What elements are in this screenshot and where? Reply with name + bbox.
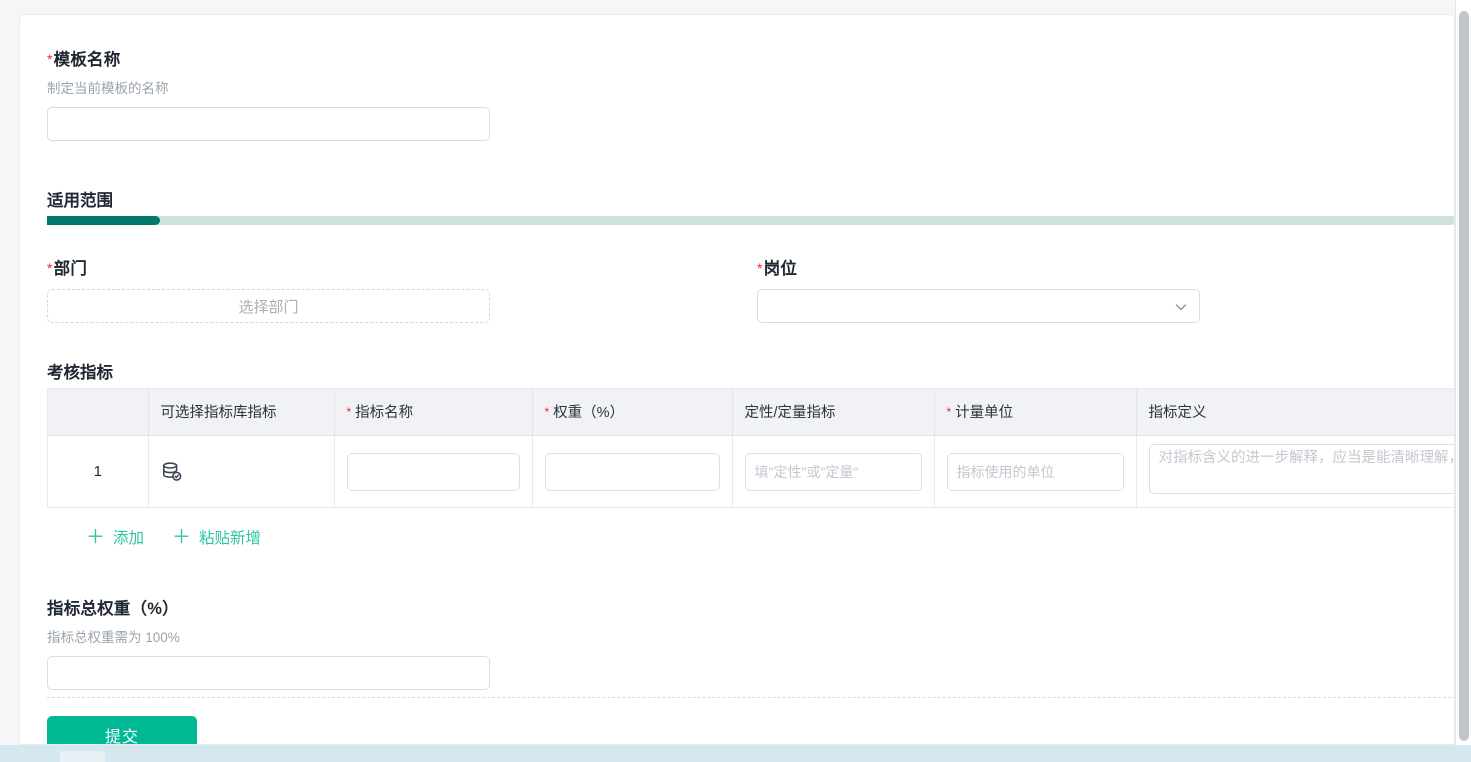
paste-add-label: 粘贴新增 xyxy=(199,530,262,547)
kpi-col-type-text: 定性/定量指标 xyxy=(744,405,836,422)
required-asterisk: * xyxy=(757,260,763,276)
kpi-table-header-row: 可选择指标库指标 * 指标名称 * 权重（%） 定性/定量指标 * 计量单位 指标定义 xyxy=(48,389,1454,436)
paste-add-button[interactable]: ＋ 粘贴新增 xyxy=(172,526,261,548)
required-asterisk: * xyxy=(346,405,352,420)
template-name-label-text: 模板名称 xyxy=(53,51,121,69)
page-vertical-scrollbar[interactable] xyxy=(1455,0,1471,745)
total-weight-label: 指标总权重（%） xyxy=(47,600,179,618)
template-name-input[interactable] xyxy=(47,107,490,141)
footer-strip xyxy=(0,745,1471,762)
kpi-row-unit-cell xyxy=(934,435,1137,507)
kpi-col-library-text: 可选择指标库指标 xyxy=(160,405,277,422)
scope-progress-fill xyxy=(47,216,160,225)
kpi-col-index xyxy=(48,389,149,436)
submit-button[interactable]: 提交 xyxy=(47,716,197,744)
kpi-type-input[interactable] xyxy=(744,452,922,491)
kpi-row-weight-cell xyxy=(532,435,733,507)
kpi-col-type: 定性/定量指标 xyxy=(732,389,935,436)
department-label: *部门 xyxy=(47,258,490,280)
position-select[interactable] xyxy=(757,289,1200,323)
database-check-icon[interactable] xyxy=(161,461,183,483)
kpi-section-title: 考核指标 xyxy=(47,364,113,382)
footer-tab-pill[interactable] xyxy=(60,751,105,762)
kpi-col-name: * 指标名称 xyxy=(334,389,533,436)
total-weight-field-group: 指标总权重（%） 指标总权重需为 100% xyxy=(47,598,490,690)
template-name-label: *模板名称 xyxy=(47,49,490,71)
kpi-col-weight-text: 权重（%） xyxy=(553,405,625,422)
position-label-text: 岗位 xyxy=(763,260,798,278)
plus-icon: ＋ xyxy=(86,526,106,548)
required-asterisk: * xyxy=(47,51,53,67)
position-field-group: *岗位 xyxy=(757,258,1200,323)
plus-icon: ＋ xyxy=(172,526,192,548)
form-card: *模板名称 制定当前模板的名称 适用范围 *部门 选择部门 *岗位 考核指标 可… xyxy=(19,14,1455,745)
department-picker-text: 选择部门 xyxy=(238,298,299,316)
kpi-table: 可选择指标库指标 * 指标名称 * 权重（%） 定性/定量指标 * 计量单位 指标定义… xyxy=(48,389,1454,507)
required-asterisk: * xyxy=(47,260,53,276)
kpi-definition-textarea[interactable] xyxy=(1148,444,1454,495)
kpi-col-weight: * 权重（%） xyxy=(532,389,733,436)
position-label: *岗位 xyxy=(757,258,1200,280)
department-field-group: *部门 选择部门 xyxy=(47,258,490,323)
page-vertical-scrollbar-thumb[interactable] xyxy=(1459,11,1469,741)
add-row-label: 添加 xyxy=(113,530,145,547)
total-weight-input[interactable] xyxy=(47,656,490,690)
kpi-name-input[interactable] xyxy=(346,452,520,491)
kpi-table-scroll-container[interactable]: 可选择指标库指标 * 指标名称 * 权重（%） 定性/定量指标 * 计量单位 指标定义… xyxy=(47,388,1454,508)
form-divider xyxy=(47,697,1454,698)
kpi-col-unit-text: 计量单位 xyxy=(955,405,1014,422)
kpi-col-definition: 指标定义 xyxy=(1136,389,1454,436)
table-row: 1 xyxy=(48,435,1454,507)
kpi-row-index: 1 xyxy=(48,435,149,507)
chevron-down-icon xyxy=(1173,299,1187,313)
kpi-row-name-cell xyxy=(334,435,533,507)
app-root: *模板名称 制定当前模板的名称 适用范围 *部门 选择部门 *岗位 考核指标 可… xyxy=(0,0,1471,762)
kpi-row-library-cell xyxy=(148,435,335,507)
total-weight-hint: 指标总权重需为 100% xyxy=(47,630,180,645)
kpi-col-unit: * 计量单位 xyxy=(934,389,1137,436)
scope-progress-track xyxy=(47,216,1454,225)
kpi-col-library: 可选择指标库指标 xyxy=(148,389,335,436)
kpi-col-name-text: 指标名称 xyxy=(355,405,414,422)
department-label-text: 部门 xyxy=(53,260,88,278)
kpi-unit-input[interactable] xyxy=(946,452,1124,491)
required-asterisk: * xyxy=(544,405,550,420)
add-row-button[interactable]: ＋ 添加 xyxy=(86,526,144,548)
department-picker[interactable]: 选择部门 xyxy=(47,289,490,323)
kpi-row-definition-cell xyxy=(1136,435,1454,507)
kpi-actions: ＋ 添加 ＋ 粘贴新增 xyxy=(86,526,261,548)
kpi-col-definition-text: 指标定义 xyxy=(1148,405,1207,422)
scope-section-title: 适用范围 xyxy=(47,192,113,210)
kpi-weight-input[interactable] xyxy=(544,452,720,491)
template-name-field-group: *模板名称 制定当前模板的名称 xyxy=(47,49,490,141)
kpi-row-type-cell xyxy=(732,435,935,507)
template-name-hint: 制定当前模板的名称 xyxy=(47,81,169,96)
required-asterisk: * xyxy=(946,405,952,420)
